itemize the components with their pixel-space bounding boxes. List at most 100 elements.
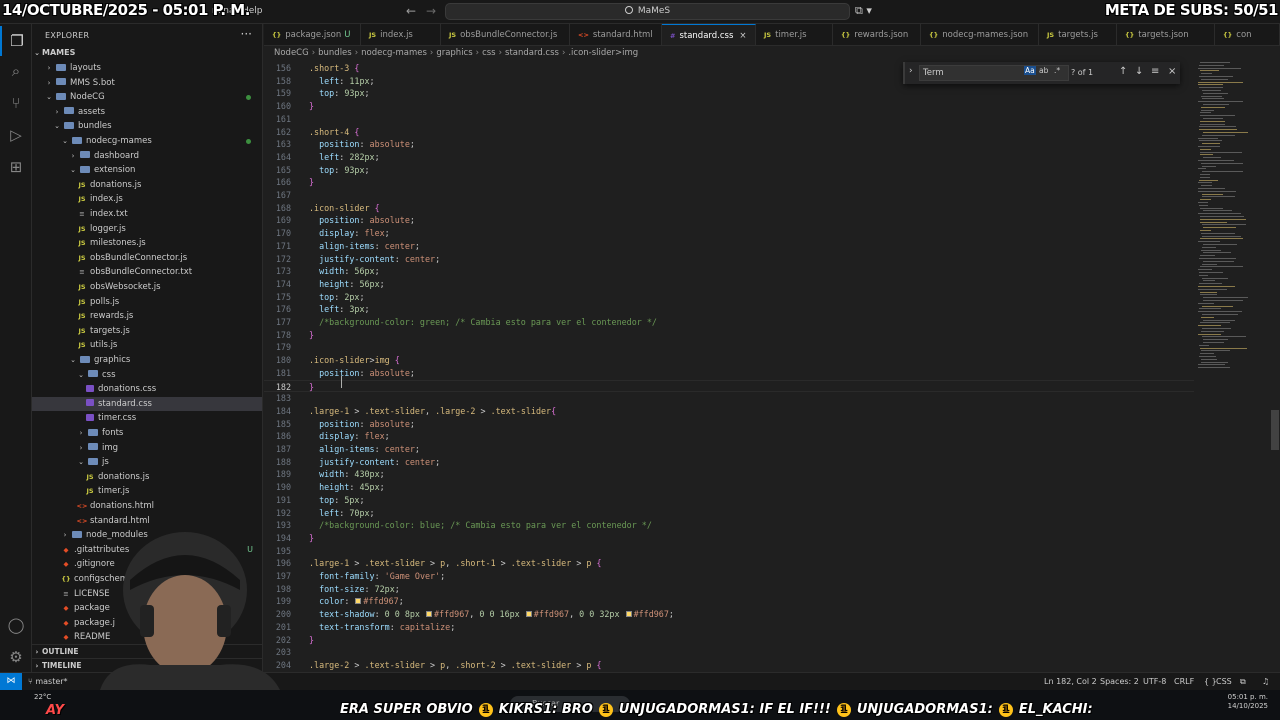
editor-tab[interactable]: JS index.js [361,24,441,45]
code-line[interactable]: 201 text-transform: capitalize; [264,621,1194,634]
match-case-toggle[interactable]: Aa [1024,66,1036,75]
branch-indicator[interactable]: ⑂ master* [28,673,68,690]
editor-tab[interactable]: {} targets.json [1117,24,1215,45]
copilot-icon[interactable]: ⧉ ▾ [855,4,872,18]
encoding[interactable]: UTF-8 [1143,673,1166,690]
cursor-position[interactable]: Ln 182, Col 2 [1044,673,1097,690]
more-actions-icon[interactable]: ··· [241,27,252,41]
close-icon[interactable]: × [1168,66,1176,77]
vertical-scrollbar[interactable] [1270,60,1280,672]
code-line[interactable]: 178} [264,329,1194,342]
indentation[interactable]: Spaces: 2 [1100,673,1139,690]
regex-toggle[interactable]: .* [1054,66,1060,75]
breadcrumb-item[interactable]: graphics [436,48,472,58]
breadcrumb-item[interactable]: bundles [318,48,352,58]
tree-folder[interactable]: ⌄ extension [32,163,262,178]
back-arrow-icon[interactable]: ← [406,4,416,18]
explorer-icon[interactable]: ❐ [0,26,32,56]
code-line[interactable]: 159 top: 93px; [264,87,1194,100]
code-line[interactable]: 203 [264,646,1194,659]
breadcrumb-item[interactable]: css [482,48,496,58]
tree-file[interactable]: JS donations.js [32,470,262,485]
code-line[interactable]: 163 position: absolute; [264,138,1194,151]
tree-file[interactable]: donations.css [32,382,262,397]
editor-tab[interactable]: {} rewards.json [833,24,921,45]
code-line[interactable]: 183 [264,392,1194,405]
editor-tab[interactable]: JS targets.js [1039,24,1117,45]
workspace-root[interactable]: ⌄ MAMES [32,46,262,61]
command-center-search[interactable]: MaMeS [445,3,850,20]
run-debug-icon[interactable]: ▷ [0,120,32,150]
weather-widget[interactable]: 22°C [34,693,51,701]
tree-file[interactable]: JS targets.js [32,324,262,339]
code-line[interactable]: 167 [264,189,1194,202]
code-line[interactable]: 195 [264,545,1194,558]
tree-folder[interactable]: › fonts [32,426,262,441]
code-line[interactable]: 164 left: 282px; [264,151,1194,164]
source-control-icon[interactable]: ⑂ [0,88,32,118]
code-line[interactable]: 161 [264,113,1194,126]
tree-file[interactable]: JS logger.js [32,222,262,237]
tree-folder[interactable]: ⌄ css [32,368,262,383]
next-match-icon[interactable]: ↓ [1135,66,1143,77]
toggle-replace-icon[interactable]: › [909,66,913,76]
forward-arrow-icon[interactable]: → [426,4,436,18]
code-line[interactable]: 185 position: absolute; [264,418,1194,431]
code-line[interactable]: 193 /*background-color: blue; /* Cambia … [264,519,1194,532]
tree-file[interactable]: JS utils.js [32,338,262,353]
code-line[interactable]: 168 .icon-slider { [264,202,1194,215]
tree-folder[interactable]: ⌄ nodecg-mames [32,134,262,149]
tree-file[interactable]: JS index.js [32,192,262,207]
copilot-status-icon[interactable]: ⧉ [1240,673,1246,690]
match-word-toggle[interactable]: ab [1039,66,1048,75]
tree-file[interactable]: JS obsBundleConnector.js [32,251,262,266]
code-line[interactable]: 181 position: absolute; [264,367,1194,380]
tree-folder[interactable]: › assets [32,105,262,120]
code-line[interactable]: 172 justify-content: center; [264,253,1194,266]
code-line[interactable]: 182} [264,379,1194,393]
tree-file[interactable]: JS polls.js [32,295,262,310]
code-line[interactable]: 165 top: 93px; [264,164,1194,177]
breadcrumb-item[interactable]: standard.css [505,48,559,58]
editor-tab[interactable]: {} con [1215,24,1280,45]
code-line[interactable]: 200 text-shadow: 0 0 8px #ffd967, 0 0 16… [264,608,1194,621]
tree-file[interactable]: JS donations.js [32,178,262,193]
editor-tab[interactable]: {} nodecg-mames.json [921,24,1039,45]
code-line[interactable]: 179 [264,341,1194,354]
code-line[interactable]: 171 align-items: center; [264,240,1194,253]
code-line[interactable]: 180 .icon-slider>img { [264,354,1194,367]
tree-folder[interactable]: › img [32,441,262,456]
breadcrumb-item[interactable]: .icon-slider>img [568,48,638,58]
code-line[interactable]: 160} [264,100,1194,113]
tree-file[interactable]: timer.css [32,411,262,426]
breadcrumb-item[interactable]: NodeCG [274,48,309,58]
previous-match-icon[interactable]: ↑ [1119,66,1127,77]
code-line[interactable]: 197 font-family: 'Game Over'; [264,570,1194,583]
code-line[interactable]: 162 .short-4 { [264,126,1194,139]
code-line[interactable]: 202} [264,634,1194,647]
tree-file[interactable]: standard.css [32,396,262,412]
tree-folder[interactable]: ⌄ NodeCG [32,90,262,105]
search-icon[interactable]: ⌕ [0,56,32,86]
code-line[interactable]: 187 align-items: center; [264,443,1194,456]
code-line[interactable]: 184 .large-1 > .text-slider, .large-2 > .… [264,405,1194,418]
code-line[interactable]: 186 display: flex; [264,430,1194,443]
language-mode[interactable]: CSS [1216,673,1232,690]
tree-file[interactable]: JS milestones.js [32,236,262,251]
tree-file[interactable]: ≡ index.txt [32,207,262,222]
code-line[interactable]: 175 top: 2px; [264,291,1194,304]
tree-file[interactable]: <> donations.html [32,499,262,514]
tree-folder[interactable]: › layouts [32,61,262,76]
tree-folder[interactable]: ⌄ js [32,455,262,470]
tree-file[interactable]: JS rewards.js [32,309,262,324]
close-tab-icon[interactable]: × [739,31,746,41]
tree-folder[interactable]: ⌄ graphics [32,353,262,368]
minimap[interactable] [1194,60,1270,672]
code-line[interactable]: 190 height: 45px; [264,481,1194,494]
settings-gear-icon[interactable]: ⚙ [0,642,32,672]
code-line[interactable]: 173 width: 56px; [264,265,1194,278]
notifications-bell-icon[interactable]: ♫ [1262,673,1269,690]
code-line[interactable]: 166} [264,176,1194,189]
tree-file[interactable]: JS obsWebsocket.js [32,280,262,295]
editor-tab[interactable]: JS obsBundleConnector.js [441,24,570,45]
